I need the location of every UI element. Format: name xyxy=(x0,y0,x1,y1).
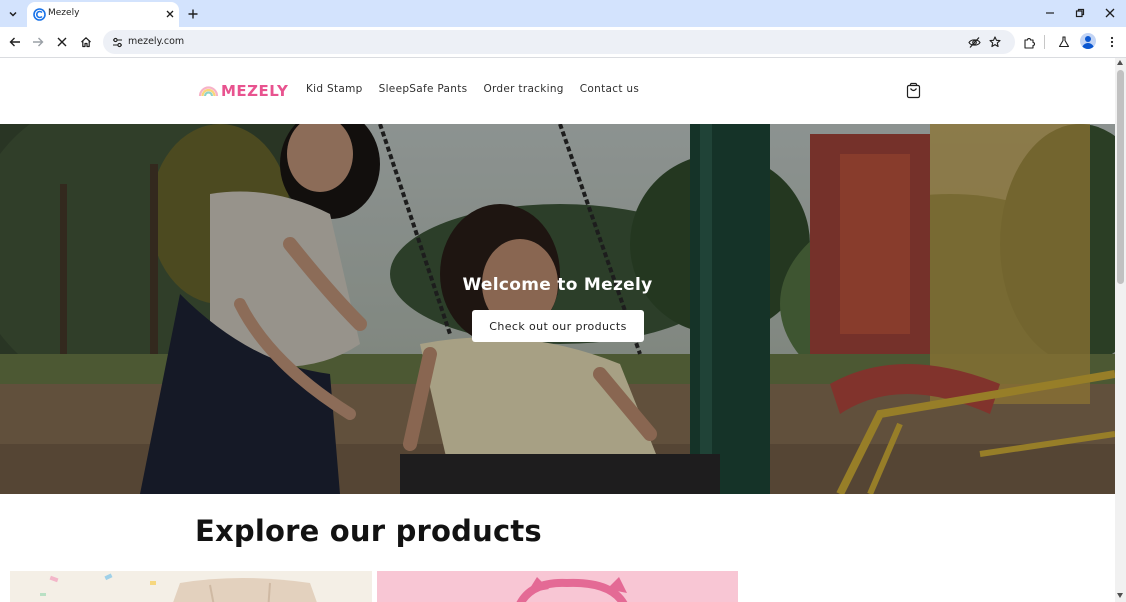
site-favicon-icon xyxy=(33,8,46,21)
product-card[interactable] xyxy=(10,571,372,602)
bookmark-button[interactable] xyxy=(988,35,1002,49)
nav-link-order-tracking[interactable]: Order tracking xyxy=(483,83,563,95)
tune-icon xyxy=(112,37,122,47)
close-window-button[interactable] xyxy=(1102,5,1118,21)
avatar-body xyxy=(1082,43,1094,49)
hero-title: Welcome to Mezely xyxy=(462,275,653,295)
browser-tab-active[interactable]: Mezely xyxy=(27,2,179,27)
back-button[interactable] xyxy=(6,33,24,51)
back-arrow-icon xyxy=(9,37,20,47)
flask-icon xyxy=(1058,36,1070,48)
forward-arrow-icon xyxy=(33,37,44,47)
home-icon xyxy=(81,37,91,48)
url-text[interactable]: mezely.com xyxy=(128,36,184,47)
browser-menu-button[interactable] xyxy=(1103,33,1121,51)
scroll-up-arrow-icon[interactable] xyxy=(1117,60,1123,65)
logo-text: MEZELY xyxy=(221,82,289,100)
plus-icon xyxy=(188,9,198,19)
tab-close-button[interactable] xyxy=(163,7,177,21)
browser-toolbar: mezely.com xyxy=(0,27,1126,57)
scroll-down-arrow-icon[interactable] xyxy=(1117,593,1123,598)
stop-loading-button[interactable] xyxy=(53,33,71,51)
kebab-menu-icon xyxy=(1110,36,1114,48)
site-header: MEZELY Kid Stamp SleepSafe Pants Order t… xyxy=(0,58,1115,124)
restore-button[interactable] xyxy=(1072,5,1088,21)
shopping-bag-icon xyxy=(906,82,921,99)
site-logo[interactable]: MEZELY xyxy=(198,81,288,101)
tab-title: Mezely xyxy=(48,8,80,18)
nav-link-kid-stamp[interactable]: Kid Stamp xyxy=(306,83,363,95)
product-image xyxy=(377,571,738,602)
forward-button[interactable] xyxy=(29,33,47,51)
product-image xyxy=(10,571,372,602)
nav-link-sleepsafe-pants[interactable]: SleepSafe Pants xyxy=(379,83,468,95)
main-nav: Kid Stamp SleepSafe Pants Order tracking… xyxy=(306,83,655,95)
home-button[interactable] xyxy=(77,33,95,51)
toolbar-divider xyxy=(1044,35,1045,49)
site-info-button[interactable] xyxy=(110,35,124,49)
address-bar[interactable]: mezely.com xyxy=(103,30,1015,54)
extensions-button[interactable] xyxy=(1020,33,1038,51)
page-viewport: MEZELY Kid Stamp SleepSafe Pants Order t… xyxy=(0,58,1115,602)
puzzle-icon xyxy=(1023,37,1035,49)
restore-icon xyxy=(1075,8,1085,18)
avatar-head xyxy=(1085,36,1091,42)
section-title-explore-products: Explore our products xyxy=(195,514,542,548)
nav-link-contact-us[interactable]: Contact us xyxy=(580,83,639,95)
close-icon xyxy=(166,10,174,18)
star-icon xyxy=(989,36,1001,48)
scrollbar-thumb[interactable] xyxy=(1117,70,1124,284)
minimize-icon xyxy=(1046,12,1054,14)
minimize-button[interactable] xyxy=(1042,5,1058,21)
close-icon xyxy=(1105,8,1115,18)
chevron-down-icon xyxy=(9,11,17,17)
tab-search-button[interactable] xyxy=(4,5,22,23)
product-card[interactable] xyxy=(377,571,738,602)
tracking-protection-button[interactable] xyxy=(967,35,981,49)
check-out-products-button[interactable]: Check out our products xyxy=(472,310,644,342)
labs-button[interactable] xyxy=(1055,33,1073,51)
stop-loading-icon xyxy=(57,37,67,47)
tab-strip: Mezely xyxy=(0,0,1126,27)
hero-banner: Welcome to Mezely Check out our products xyxy=(0,124,1115,494)
cart-button[interactable] xyxy=(905,82,922,99)
profile-avatar[interactable] xyxy=(1080,33,1096,49)
rainbow-logo-icon xyxy=(198,86,219,97)
eye-off-icon xyxy=(967,36,981,48)
page-scrollbar[interactable] xyxy=(1115,58,1126,602)
hero-dark-overlay xyxy=(0,124,1115,494)
new-tab-button[interactable] xyxy=(185,6,201,22)
